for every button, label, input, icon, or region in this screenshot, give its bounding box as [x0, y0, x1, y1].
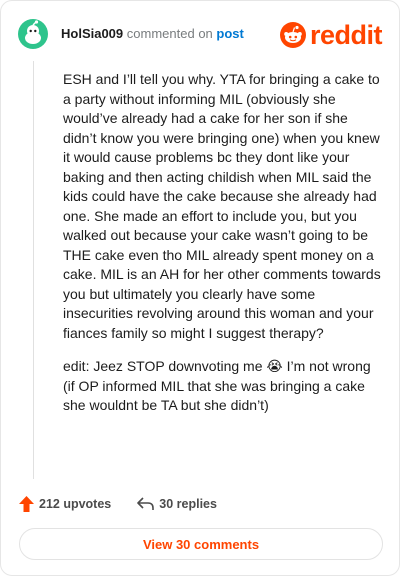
comment-body: ESH and I’ll tell you why. YTA for bring… [63, 70, 381, 416]
thread-line[interactable] [33, 61, 34, 479]
user-avatar-icon[interactable] [18, 19, 48, 49]
upvote-arrow-icon [19, 496, 34, 512]
comment-edit-paragraph: edit: Jeez STOP downvoting me 😭 I’m not … [63, 357, 381, 416]
post-link[interactable]: post [216, 26, 243, 41]
username-link[interactable]: HolSia009 [61, 26, 123, 41]
crying-emoji-icon: 😭 [266, 358, 283, 374]
comment-paragraph: ESH and I’ll tell you why. YTA for bring… [63, 71, 381, 341]
comment-card: HolSia009 commented on post reddit ESH a… [0, 0, 400, 576]
reddit-alien-icon [279, 22, 306, 48]
view-comments-button[interactable]: View 30 comments [19, 528, 383, 560]
comment-actions: 212 upvotes 30 replies [19, 494, 217, 514]
reddit-wordmark: reddit [309, 20, 383, 50]
reddit-logo[interactable]: reddit [279, 20, 383, 50]
upvote-count: 212 upvotes [39, 497, 112, 511]
comment-header: HolSia009 commented on post [61, 26, 244, 41]
upvote-button[interactable]: 212 upvotes [19, 496, 111, 512]
replies-button[interactable]: 30 replies [137, 497, 217, 511]
edit-text-start: edit: Jeez STOP downvoting me [63, 358, 263, 374]
reply-count: 30 replies [159, 497, 217, 511]
reply-arrow-icon [137, 497, 155, 510]
commented-on-text: commented on [126, 26, 213, 41]
